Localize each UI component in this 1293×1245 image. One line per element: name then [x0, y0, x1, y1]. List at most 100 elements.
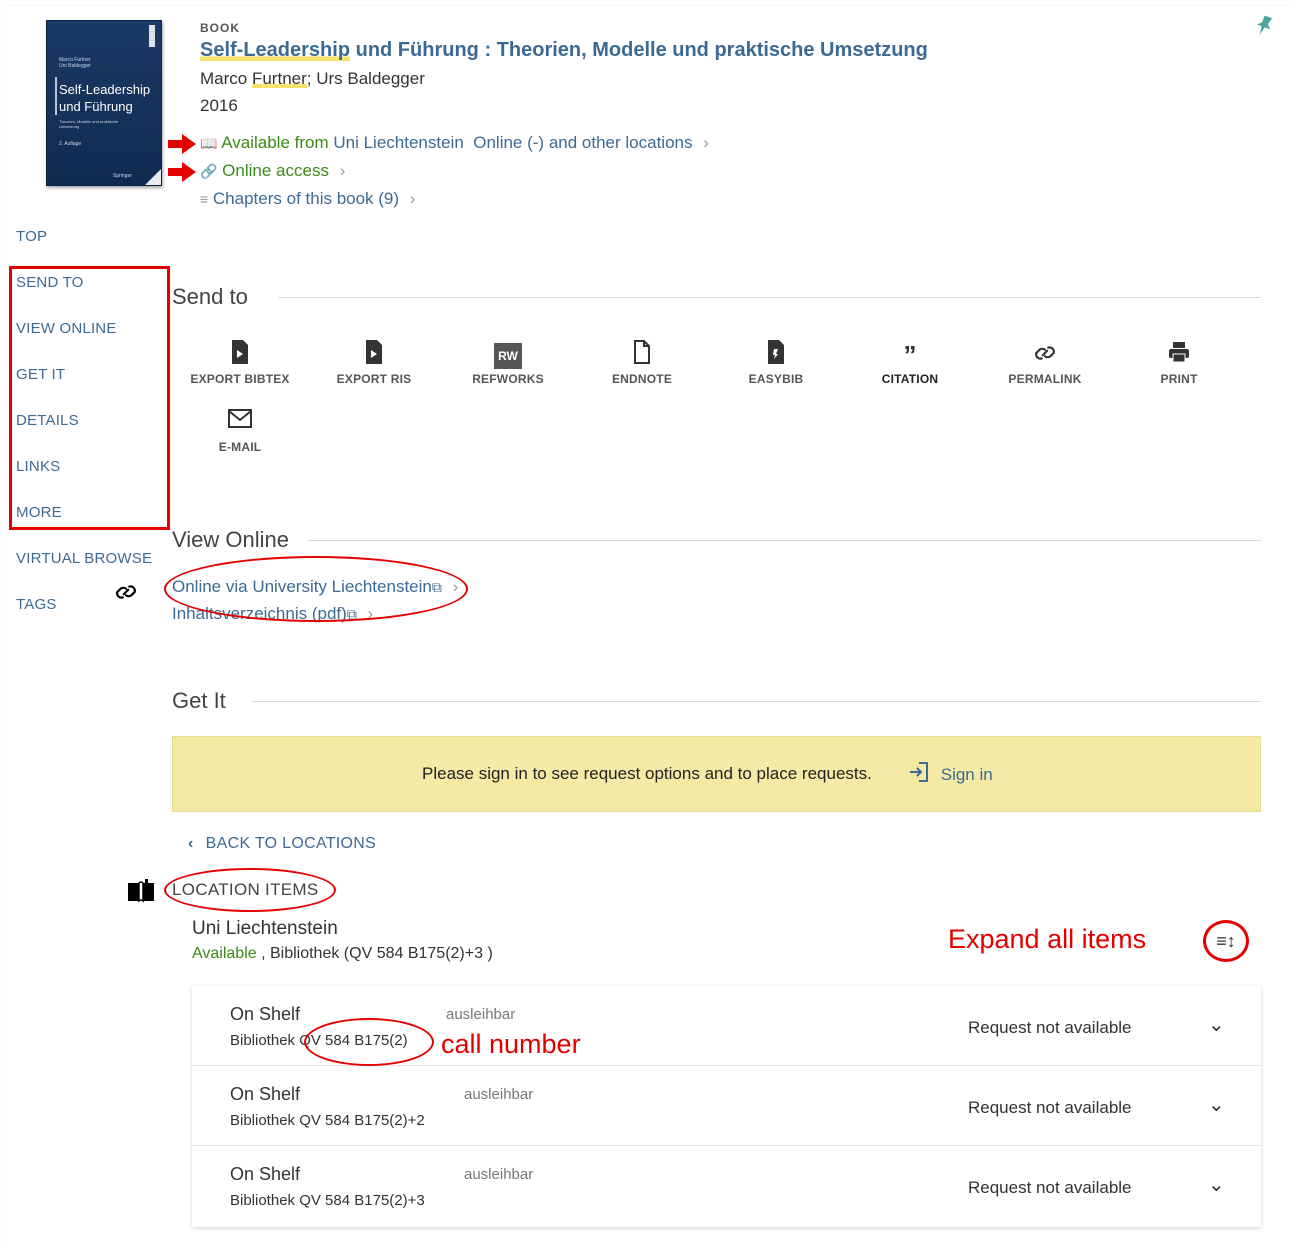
item-status: On Shelf — [230, 1084, 301, 1104]
availability-library: Uni Liechtenstein — [333, 133, 464, 152]
author1-first: Marco — [200, 69, 252, 88]
export-ris-button[interactable]: EXPORT RIS — [314, 340, 434, 386]
endnote-button[interactable]: ENDNOTE — [582, 340, 702, 386]
chevron-down-icon[interactable]: ⌄ — [1208, 1172, 1225, 1197]
item-call-number: QV 584 B175(2)+2 — [299, 1112, 425, 1129]
pin-icon[interactable] — [1254, 14, 1274, 38]
back-to-locations-link[interactable]: ‹ BACK TO LOCATIONS — [188, 835, 376, 853]
item-call-number: QV 584 B175(2)+3 — [299, 1192, 425, 1209]
item-status: On Shelf — [230, 1004, 301, 1024]
nav-tags[interactable]: TAGS — [16, 596, 57, 613]
easybib-label: EASYBIB — [748, 372, 804, 386]
chevron-right-icon: › — [703, 133, 709, 152]
availability-link[interactable]: 📖 Available from Uni Liechtenstein Onlin… — [200, 133, 709, 153]
print-button[interactable]: PRINT — [1119, 340, 1239, 386]
cover-tab — [149, 25, 155, 47]
item-policy: ausleihbar — [464, 1086, 534, 1103]
document-icon — [582, 340, 702, 370]
mail-icon — [180, 408, 300, 438]
easybib-icon — [716, 340, 836, 370]
chevron-down-icon[interactable]: ⌄ — [1208, 1092, 1225, 1117]
book-cover-thumbnail[interactable]: Marco Furtner Urs Baldegger Self-Leaders… — [46, 20, 162, 186]
section-divider — [252, 701, 1261, 702]
nav-top[interactable]: TOP — [16, 228, 47, 245]
record-year: 2016 — [200, 96, 238, 115]
chapters-label: Chapters of this book (9) — [212, 189, 400, 208]
annotation-ellipse — [304, 1018, 434, 1066]
signin-button[interactable]: Sign in — [908, 761, 993, 785]
chevron-down-icon[interactable]: ⌄ — [1208, 1012, 1225, 1037]
print-icon — [1119, 340, 1239, 370]
cover-authors: Marco Furtner Urs Baldegger — [59, 57, 91, 69]
email-button[interactable]: E-MAIL — [180, 408, 300, 454]
item-location-name: Bibliothek — [230, 1112, 300, 1129]
item-row[interactable]: On Shelf ausleihbar Bibliothek QV 584 B1… — [192, 1066, 1261, 1146]
record-title[interactable]: Self-Leadership und Führung : Theorien, … — [200, 39, 928, 62]
title-highlight: Self-Leadership — [200, 39, 351, 61]
export-ris-label: EXPORT RIS — [336, 372, 412, 386]
email-label: E-MAIL — [218, 440, 262, 454]
cover-title-line2: und Führung — [59, 99, 133, 114]
signin-label: Sign in — [940, 765, 993, 784]
section-title-send-to: Send to — [172, 284, 248, 309]
availability-prefix: Available from — [221, 133, 334, 152]
cover-publisher: Springer — [113, 173, 132, 179]
section-title-get-it: Get It — [172, 688, 226, 713]
chapters-link[interactable]: ≡ Chapters of this book (9) › — [200, 189, 415, 209]
link-icon: 🔗 — [200, 163, 218, 179]
citation-button[interactable]: ” CITATION — [850, 340, 970, 386]
availability-suffix: and other locations — [544, 133, 693, 152]
library-status: Available , Bibliothek (QV 584 B175(2)+3… — [192, 945, 493, 963]
easybib-button[interactable]: EASYBIB — [716, 340, 836, 386]
cover-subtitle: Theorien, Modelle und praktische Umsetzu… — [59, 119, 119, 129]
cover-page-curl — [145, 169, 161, 185]
cover-edition: 2. Auflage — [59, 141, 82, 147]
back-label: BACK TO LOCATIONS — [205, 835, 377, 852]
refworks-button[interactable]: RW REFWORKS — [448, 340, 568, 386]
list-icon: ≡ — [200, 191, 209, 207]
link-icon — [106, 575, 146, 609]
link-icon — [985, 340, 1105, 370]
item-request-status: Request not available — [968, 1018, 1132, 1037]
library-name: Uni Liechtenstein — [192, 918, 338, 939]
signin-message: Please sign in to see request options an… — [422, 764, 872, 783]
record-authors: Marco Furtner; Urs Baldegger — [200, 69, 425, 89]
chevron-right-icon: › — [409, 189, 416, 208]
expand-list-icon: ≡↕ — [1216, 931, 1236, 951]
item-row[interactable]: On Shelf ausleihbar Bibliothek QV 584 B1… — [192, 1146, 1261, 1227]
online-access-label: Online access — [222, 161, 329, 180]
online-access-link[interactable]: 🔗 Online access › — [200, 161, 345, 181]
author2: ; Urs Baldegger — [306, 69, 425, 88]
item-policy: ausleihbar — [446, 1006, 516, 1023]
permalink-button[interactable]: PERMALINK — [985, 340, 1105, 386]
nav-virtual-browse[interactable]: VIRTUAL BROWSE — [16, 550, 152, 567]
print-label: PRINT — [1160, 372, 1198, 386]
annotation-arrow-icon — [168, 134, 196, 154]
section-divider — [308, 540, 1261, 541]
export-bibtex-label: EXPORT BIBTEX — [190, 372, 290, 386]
refworks-icon: RW — [448, 340, 568, 370]
item-request-status: Request not available — [968, 1178, 1132, 1197]
section-divider — [278, 297, 1261, 298]
export-bibtex-button[interactable]: EXPORT BIBTEX — [180, 340, 300, 386]
annotation-ellipse — [164, 868, 336, 912]
annotation-arrow-icon — [168, 162, 196, 182]
status-location: , Bibliothek (QV 584 B175(2)+3 ) — [256, 945, 493, 962]
expand-all-items-button[interactable]: ≡↕ — [1203, 920, 1249, 962]
author1-last: Furtner — [251, 69, 307, 88]
section-title-view-online: View Online — [172, 527, 289, 552]
annotation-expand-label: Expand all items — [948, 924, 1147, 954]
item-location: Bibliothek QV 584 B175(2)+2 — [230, 1112, 425, 1129]
permalink-label: PERMALINK — [1008, 372, 1082, 386]
resource-type-label: BOOK — [200, 21, 240, 35]
file-export-icon — [314, 340, 434, 370]
annotation-highlight-box — [9, 266, 170, 530]
chevron-right-icon: › — [339, 161, 346, 180]
annotation-call-number-label: call number — [441, 1029, 581, 1059]
refworks-label: REFWORKS — [472, 372, 544, 386]
item-request-status: Request not available — [968, 1098, 1132, 1117]
item-policy: ausleihbar — [464, 1166, 534, 1183]
availability-location: Online (-) — [473, 133, 545, 152]
file-export-icon — [180, 340, 300, 370]
item-location-name: Bibliothek — [230, 1032, 300, 1049]
